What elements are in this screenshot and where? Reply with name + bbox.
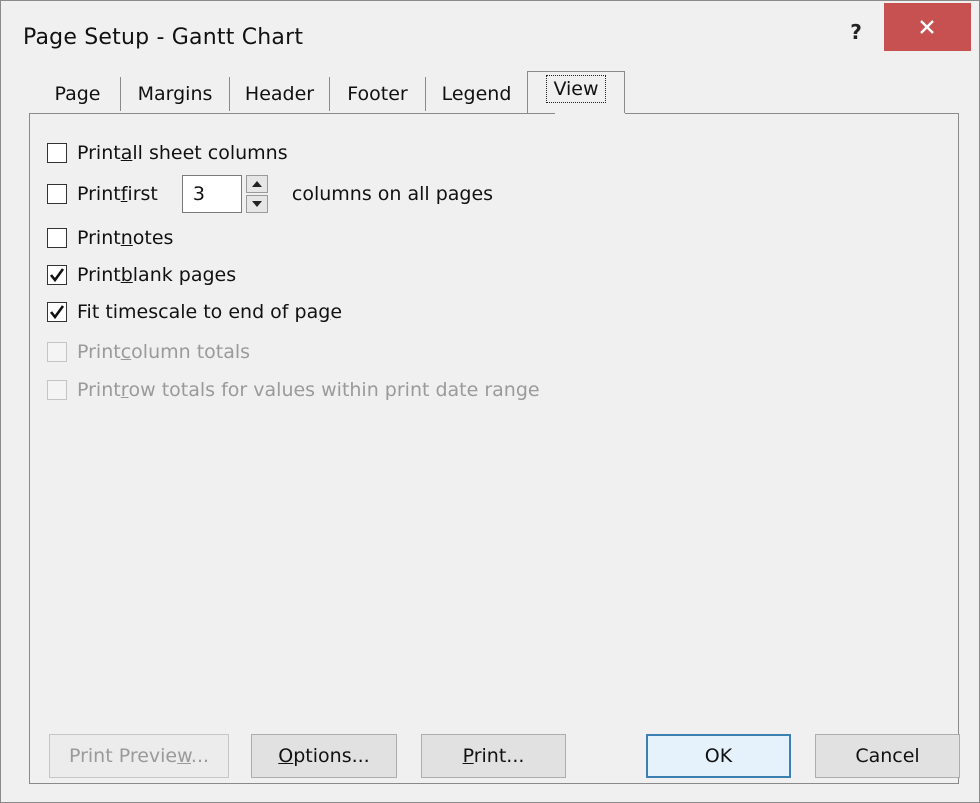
tab-view-label: View <box>546 75 606 103</box>
tab-footer[interactable]: Footer <box>330 77 426 111</box>
tab-page[interactable]: Page <box>35 77 121 111</box>
cancel-button[interactable]: Cancel <box>815 734 960 778</box>
option-label: Print <box>77 341 121 363</box>
print-blank-pages-checkbox[interactable] <box>47 265 67 285</box>
fit-timescale-checkbox[interactable] <box>47 302 67 322</box>
checkmark-icon <box>49 305 65 320</box>
dialog-title: Page Setup - Gantt Chart <box>23 25 304 50</box>
option-label: Print <box>77 227 121 249</box>
option-label: lank pages <box>132 264 237 286</box>
options-button[interactable]: Options... <box>251 734 397 778</box>
access-key: O <box>278 745 294 767</box>
tab-legend[interactable]: Legend <box>426 77 527 111</box>
arrow-up-icon <box>251 181 262 187</box>
print-first-checkbox[interactable] <box>47 184 67 204</box>
tab-view[interactable]: View <box>527 71 625 113</box>
close-button[interactable] <box>884 3 971 51</box>
option-label: otes <box>132 227 174 249</box>
option-label: olumn totals <box>131 341 251 363</box>
spin-down-button[interactable] <box>245 195 268 213</box>
button-label: ... <box>190 745 210 767</box>
print-button[interactable]: Print... <box>421 734 566 778</box>
ok-button[interactable]: OK <box>646 734 791 778</box>
fit-timescale-option[interactable]: Fit timescale to end of pa g e <box>47 298 342 326</box>
access-key: n <box>120 227 133 249</box>
print-all-sheet-columns-checkbox[interactable] <box>47 143 67 163</box>
print-notes-checkbox[interactable] <box>47 228 67 248</box>
print-row-totals-checkbox <box>47 380 67 400</box>
option-label: ow totals for values within print date r… <box>128 379 540 401</box>
title-bar: Page Setup - Gantt Chart ? <box>1 1 979 79</box>
option-label: ll sheet columns <box>132 142 288 164</box>
print-preview-button: Print Preview... <box>49 734 229 778</box>
spin-up-button[interactable] <box>245 175 268 193</box>
access-key: c <box>120 341 132 363</box>
tab-header[interactable]: Header <box>230 77 330 111</box>
columns-spinner <box>245 175 268 213</box>
print-blank-pages-option[interactable]: Print b lank pages <box>47 261 236 289</box>
tab-margins[interactable]: Margins <box>121 77 230 111</box>
tab-strip: Page Margins Header Footer Legend View <box>29 71 959 115</box>
print-column-totals-option: Print c olumn totals <box>47 338 250 366</box>
button-label: ptions... <box>293 745 370 767</box>
access-key: a <box>120 142 133 164</box>
page-setup-dialog: Page Setup - Gantt Chart ? Page Margins … <box>0 0 980 803</box>
print-all-sheet-columns-option[interactable]: Print a ll sheet columns <box>47 139 288 167</box>
access-key: w <box>177 745 191 767</box>
access-key: P <box>462 745 474 767</box>
columns-suffix-label: columns on all pages <box>291 183 494 205</box>
option-label: Print <box>77 183 121 205</box>
arrow-down-icon <box>251 201 262 207</box>
access-key: f <box>120 183 128 205</box>
print-column-totals-checkbox <box>47 342 67 362</box>
print-first-option: Print f irst 3 columns on all pages <box>47 173 493 215</box>
option-label: Print <box>77 142 121 164</box>
close-icon <box>920 20 934 34</box>
option-label: Fit timescale to end of pa <box>77 301 319 323</box>
option-label: Print <box>77 264 121 286</box>
button-label: rint... <box>473 745 525 767</box>
print-notes-option[interactable]: Print n otes <box>47 224 173 252</box>
access-key: g <box>318 301 331 323</box>
checkmark-icon <box>49 268 65 283</box>
help-button[interactable]: ? <box>841 17 871 47</box>
print-first-columns-input[interactable]: 3 <box>181 175 242 213</box>
access-key: b <box>120 264 133 286</box>
option-label: irst <box>127 183 158 205</box>
print-row-totals-option: Print r ow totals for values within print… <box>47 376 540 404</box>
option-label: e <box>330 301 343 323</box>
option-label: Print <box>77 379 121 401</box>
button-label: Print Previe <box>68 745 178 767</box>
access-key: r <box>120 379 129 401</box>
